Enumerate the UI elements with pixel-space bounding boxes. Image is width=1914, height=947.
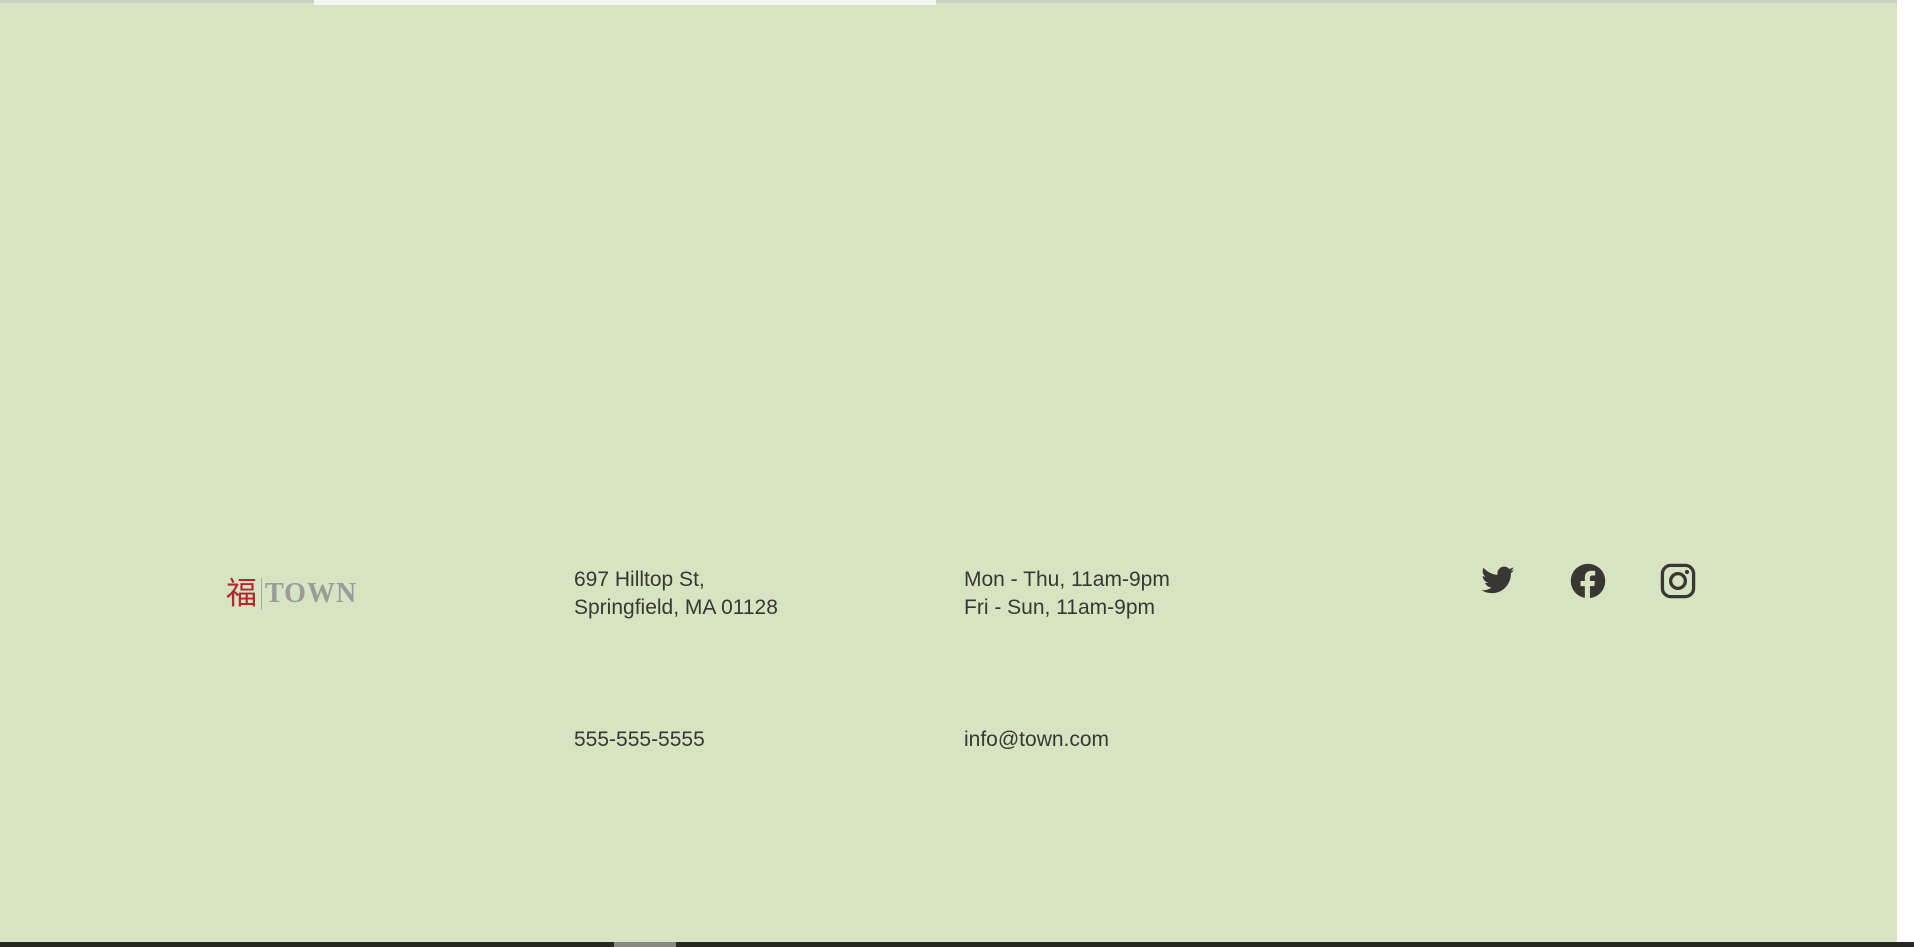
site-logo[interactable]: 福 TOWN [226,574,357,614]
email-link[interactable]: info@town.com [964,726,1109,754]
twitter-icon [1481,566,1515,594]
logo-divider [261,578,262,610]
bottom-edge-bar [0,942,1914,947]
address-line-2: Springfield, MA 01128 [574,596,778,619]
hours-block: Mon - Thu, 11am-9pm Fri - Sun, 11am-9pm [964,566,1170,622]
address-line-1: 697 Hilltop St, [574,568,705,591]
phone-number[interactable]: 555-555-5555 [574,726,705,754]
facebook-link[interactable] [1570,563,1606,599]
social-links [1480,563,1696,599]
top-divider [0,0,1897,3]
top-divider-highlight [314,0,936,5]
logo-wordmark: TOWN [265,578,358,609]
page: 福 TOWN 697 Hilltop St, Springfield, MA 0… [0,0,1914,947]
scrollbar[interactable] [1897,0,1914,947]
facebook-icon [1570,563,1606,599]
instagram-icon [1660,563,1696,599]
instagram-link[interactable] [1660,563,1696,599]
twitter-link[interactable] [1480,563,1516,599]
hours-line-1: Mon - Thu, 11am-9pm [964,568,1170,591]
address-block: 697 Hilltop St, Springfield, MA 01128 [574,566,778,622]
hours-line-2: Fri - Sun, 11am-9pm [964,596,1155,619]
bottom-edge-thumb [614,942,676,947]
site-footer: 福 TOWN 697 Hilltop St, Springfield, MA 0… [0,0,1897,942]
logo-glyph: 福 [226,575,257,612]
